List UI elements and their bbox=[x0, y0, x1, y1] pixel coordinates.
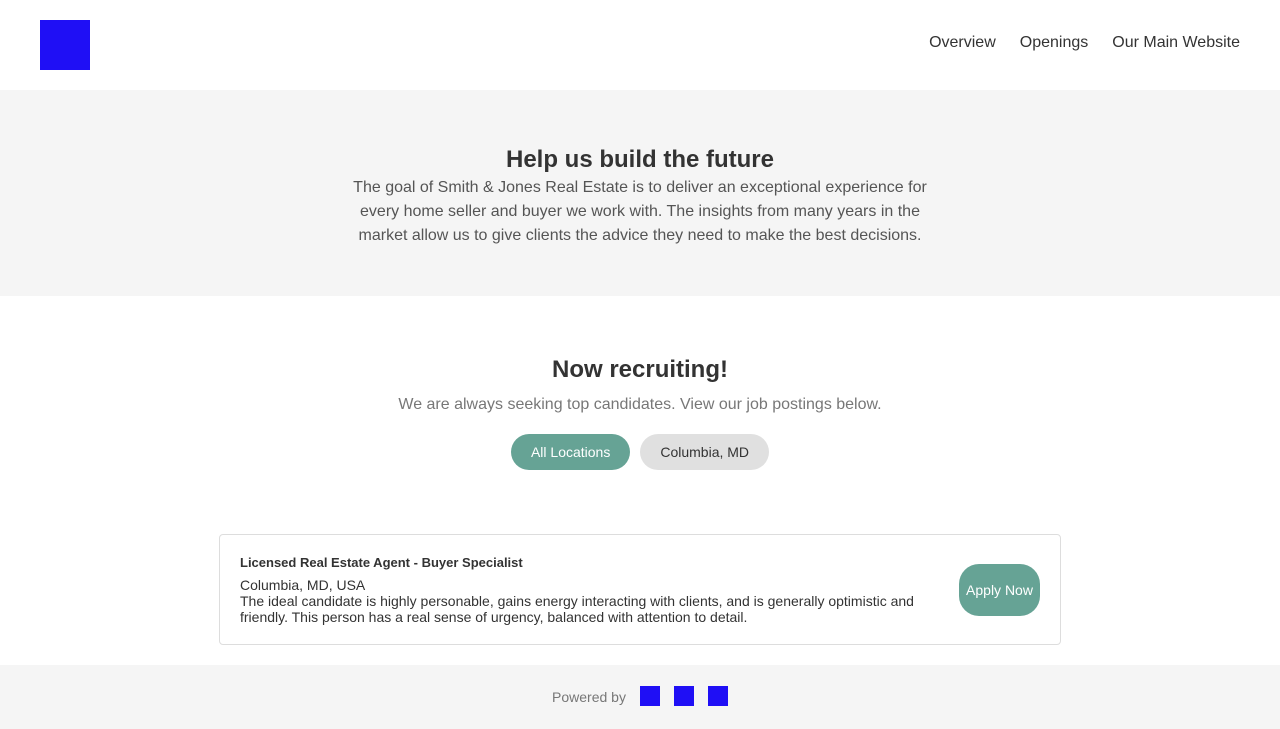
nav-openings[interactable]: Openings bbox=[1020, 34, 1089, 52]
hero-section: Help us build the future The goal of Smi… bbox=[0, 90, 1280, 296]
footer: Powered by bbox=[0, 665, 1280, 729]
location-filters: All Locations Columbia, MD bbox=[0, 434, 1280, 470]
main-nav: Overview Openings Our Main Website bbox=[929, 34, 1240, 52]
logo[interactable] bbox=[40, 20, 90, 70]
filter-all-locations[interactable]: All Locations bbox=[510, 434, 631, 470]
hero-title: Help us build the future bbox=[506, 146, 774, 173]
hero-text: The goal of Smith & Jones Real Estate is… bbox=[353, 179, 927, 244]
powered-by-label: Powered by bbox=[552, 689, 626, 705]
recruiting-title: Now recruiting! bbox=[551, 356, 728, 383]
partner-logo-icon[interactable] bbox=[639, 686, 660, 706]
job-card: Licensed Real Estate Agent - Buyer Speci… bbox=[219, 534, 1061, 645]
filter-columbia-md[interactable]: Columbia, MD bbox=[640, 434, 770, 470]
job-location: Columbia, MD, USA bbox=[240, 577, 366, 593]
recruiting-subtitle: We are always seeking top candidates. Vi… bbox=[398, 396, 882, 413]
job-title[interactable]: Licensed Real Estate Agent - Buyer Speci… bbox=[240, 555, 1040, 571]
nav-main-website[interactable]: Our Main Website bbox=[1112, 34, 1240, 52]
recruiting-section: Now recruiting! We are always seeking to… bbox=[0, 296, 1280, 534]
site-header: Overview Openings Our Main Website bbox=[0, 0, 1280, 90]
partner-logo-icon[interactable] bbox=[707, 686, 728, 706]
apply-now-button[interactable]: Apply Now bbox=[959, 564, 1040, 616]
partner-logo-icon[interactable] bbox=[673, 686, 694, 706]
nav-overview[interactable]: Overview bbox=[929, 34, 996, 52]
job-description: The ideal candidate is highly personable… bbox=[240, 593, 914, 625]
